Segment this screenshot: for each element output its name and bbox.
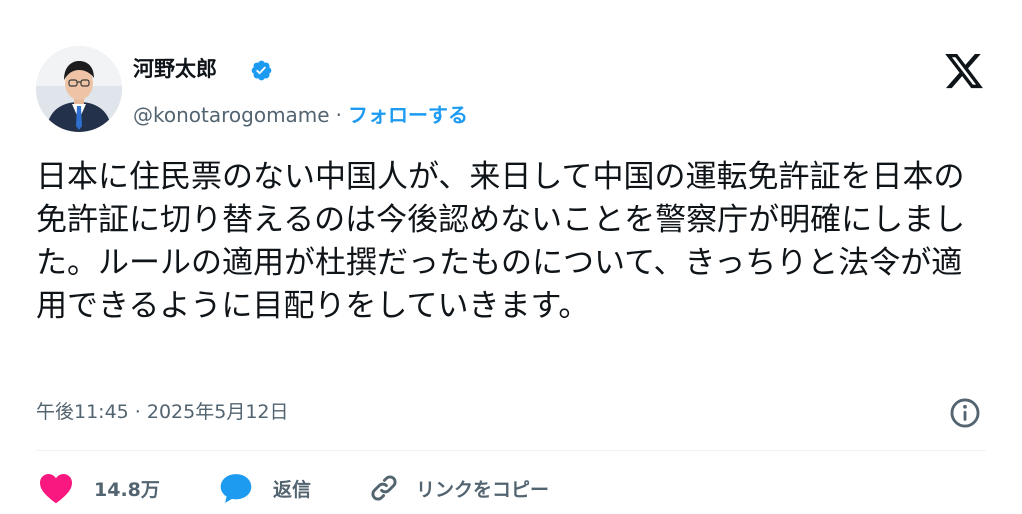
reply-button[interactable]: 返信: [219, 468, 311, 508]
user-handle[interactable]: @konotarogomame: [133, 103, 330, 127]
copy-link-button[interactable]: リンクをコピー: [368, 468, 549, 508]
tweet-card: 河野太郎 @konotarogomame · フォローする 日本に住民票のない中国人…: [0, 0, 1022, 514]
tweet-timestamp[interactable]: 午後11:45 · 2025年5月12日: [36, 398, 289, 426]
link-icon: [371, 475, 397, 501]
display-name[interactable]: 河野太郎: [133, 55, 217, 83]
profile-photo: [36, 46, 122, 132]
avatar[interactable]: [36, 46, 122, 132]
x-logo-icon[interactable]: [942, 50, 986, 92]
info-icon[interactable]: [948, 396, 982, 430]
divider: [36, 450, 986, 451]
separator-dot: ·: [335, 103, 342, 127]
like-count: 14.8万: [94, 478, 160, 501]
verified-badge-icon: [251, 60, 272, 81]
copy-link-label: リンクをコピー: [416, 478, 550, 501]
reply-label: 返信: [273, 478, 312, 501]
tweet-text: 日本に住民票のない中国人が、来日して中国の運転免許証を日本の免許証に切り替えるの…: [36, 159, 966, 324]
like-button[interactable]: 14.8万: [38, 468, 160, 508]
heart-icon: [40, 474, 72, 504]
follow-button[interactable]: フォローする: [348, 103, 468, 127]
handle-row: @konotarogomame · フォローする: [133, 100, 468, 130]
speech-bubble-icon: [220, 474, 252, 503]
